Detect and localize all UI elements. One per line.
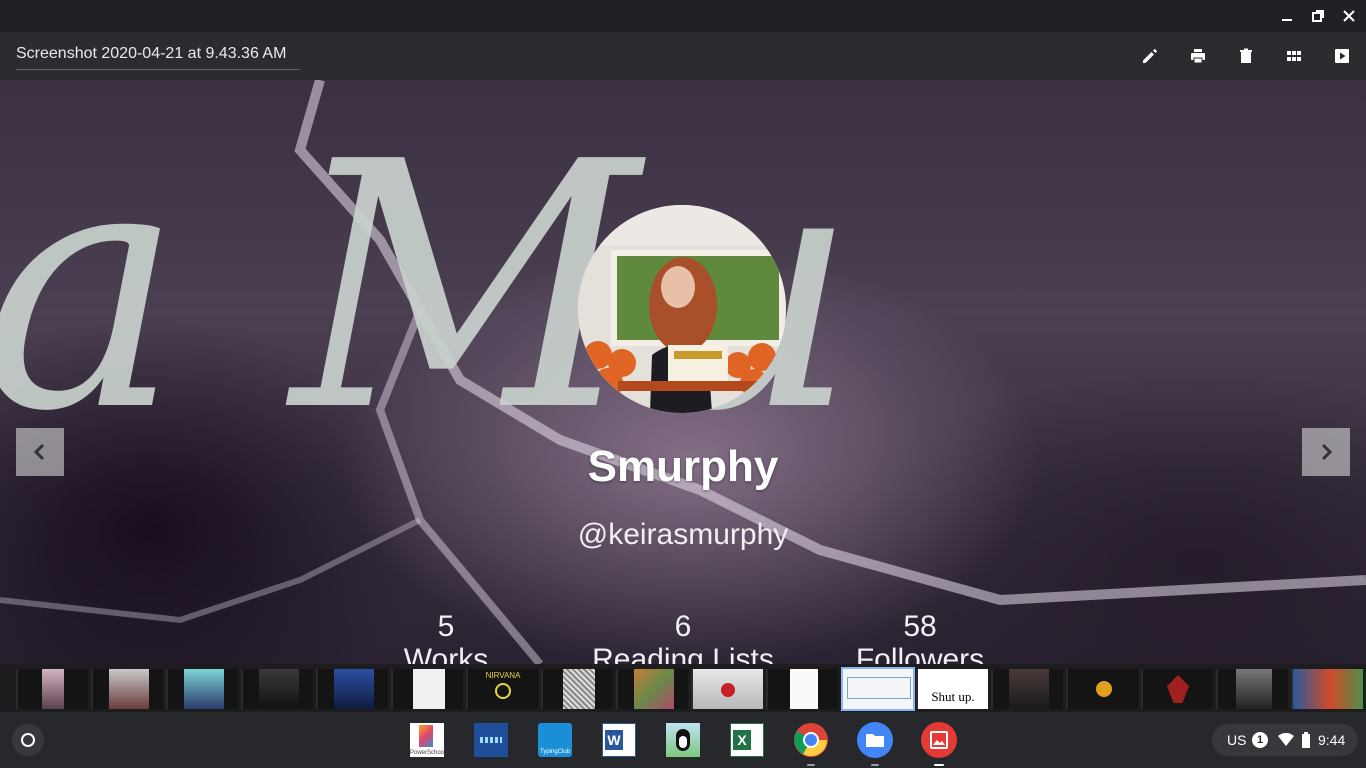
stat-followers[interactable]: 58 Followers: [810, 610, 1030, 664]
ime-indicator: US: [1227, 732, 1247, 748]
running-indicator: [871, 764, 879, 766]
shelf: PowerSchool TypingClub W X US 1 9:44: [0, 712, 1366, 768]
chrome-icon: [794, 723, 828, 757]
app-measures[interactable]: [473, 722, 509, 758]
thumbnail[interactable]: [1291, 669, 1363, 709]
thumbnail[interactable]: [316, 669, 388, 709]
battery-icon: [1302, 732, 1310, 751]
stat-label: Reading Lists: [592, 643, 774, 664]
image-icon: [921, 722, 957, 758]
title-bar: [0, 0, 1366, 32]
wifi-icon: [1278, 732, 1294, 750]
thumbnail[interactable]: [541, 669, 613, 709]
app-label: W: [605, 730, 623, 750]
app-word[interactable]: W: [601, 722, 637, 758]
slideshow-icon[interactable]: [1330, 44, 1354, 68]
stat-label: Followers: [855, 643, 985, 664]
thumbnail-caption: Shut up.: [931, 689, 975, 704]
clock: 9:44: [1318, 732, 1346, 748]
stat-value: 58: [903, 610, 937, 643]
launcher-icon: [21, 733, 35, 747]
file-name-field[interactable]: Screenshot 2020-04-21 at 9.43.36 AM: [16, 45, 300, 70]
thumbnail[interactable]: Shut up.: [916, 669, 988, 709]
previous-image-button[interactable]: [16, 428, 64, 476]
image-viewer: a Mu Smurphy @keirasmurphy 5 Works 6 Rea…: [0, 80, 1366, 664]
thumbnail[interactable]: [91, 669, 163, 709]
thumbnail-selected[interactable]: [841, 667, 915, 711]
close-icon[interactable]: [1339, 6, 1359, 26]
delete-icon[interactable]: [1234, 44, 1258, 68]
sunflower-icon: [1096, 681, 1112, 697]
thumbnail[interactable]: NIRVANA: [466, 669, 538, 709]
app-label: TypingClub: [539, 749, 571, 755]
next-image-button[interactable]: [1302, 428, 1350, 476]
app-chrome[interactable]: [793, 722, 829, 766]
thumbnail[interactable]: [241, 669, 313, 709]
status-tray[interactable]: US 1 9:44: [1212, 724, 1358, 756]
app-gallery[interactable]: [921, 722, 957, 766]
thumbnail-strip: NIRVANA Shut up.: [0, 664, 1366, 712]
profile-handle: @keirasmurphy: [577, 518, 789, 551]
thumbnail[interactable]: [1066, 669, 1138, 709]
app-excel[interactable]: X: [729, 722, 765, 758]
stat-value: 6: [674, 610, 692, 643]
stat-reading-lists[interactable]: 6 Reading Lists: [573, 610, 793, 664]
app-label: PowerSchool: [410, 750, 446, 756]
app-powerschool[interactable]: PowerSchool: [409, 722, 445, 758]
thumbnail[interactable]: [16, 669, 88, 709]
app-penguin[interactable]: [665, 722, 701, 758]
thumbnail[interactable]: [766, 669, 838, 709]
app-label: X: [733, 730, 751, 750]
phoenix-icon: [1167, 675, 1189, 703]
thumbnail[interactable]: [616, 669, 688, 709]
thumbnail[interactable]: [991, 669, 1063, 709]
thumbnail[interactable]: [691, 669, 763, 709]
stat-works[interactable]: 5 Works: [336, 610, 556, 664]
notification-count: 1: [1252, 732, 1268, 748]
thumbnail-caption: NIRVANA: [485, 671, 521, 680]
smiley-icon: [495, 683, 511, 699]
thumbnail[interactable]: [391, 669, 463, 709]
thumbnail[interactable]: [166, 669, 238, 709]
gallery-icon[interactable]: [1282, 44, 1306, 68]
viewer-toolbar: Screenshot 2020-04-21 at 9.43.36 AM: [0, 32, 1366, 80]
thumbnail[interactable]: [1216, 669, 1288, 709]
minimize-icon[interactable]: [1277, 6, 1297, 26]
edit-icon[interactable]: [1138, 44, 1162, 68]
profile-name: Smurphy: [587, 442, 779, 491]
app-typingclub[interactable]: TypingClub: [537, 722, 573, 758]
thumbnail[interactable]: [1141, 669, 1213, 709]
chevron-right-icon: [1321, 443, 1333, 461]
chevron-left-icon: [33, 443, 45, 461]
active-indicator: [934, 764, 944, 766]
print-icon[interactable]: [1186, 44, 1210, 68]
app-files[interactable]: [857, 722, 893, 766]
restore-icon[interactable]: [1308, 6, 1328, 26]
launcher-button[interactable]: [12, 724, 44, 756]
stat-label: Works: [403, 643, 489, 664]
running-indicator: [807, 764, 815, 766]
stat-value: 5: [437, 610, 455, 643]
folder-icon: [857, 722, 893, 758]
avatar[interactable]: [578, 205, 786, 413]
